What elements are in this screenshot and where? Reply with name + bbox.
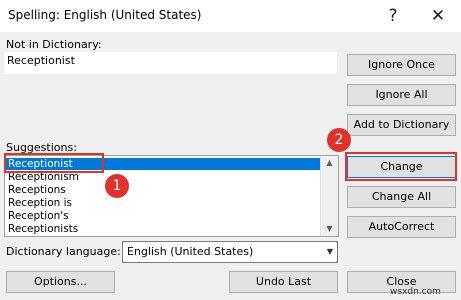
undo-last-button[interactable]: Undo Last — [229, 271, 338, 293]
help-button[interactable]: ? — [373, 0, 413, 32]
close-icon[interactable]: ✕ — [418, 0, 458, 32]
dictionary-language-value: English (United States) — [127, 245, 254, 258]
suggestion-item[interactable]: Reception is — [8, 197, 72, 209]
chevron-down-icon: ▼ — [326, 247, 333, 256]
annotation-badge-2: 2 — [327, 128, 351, 152]
dictionary-language-select[interactable]: English (United States) ▼ — [122, 241, 338, 263]
not-in-dictionary-field[interactable]: Receptionist — [4, 52, 337, 74]
scroll-up-icon[interactable]: ▲ — [321, 156, 338, 170]
suggestion-item[interactable]: Receptionists — [8, 223, 78, 235]
title-bar: Spelling: English (United States) ? ✕ — [0, 0, 461, 32]
suggestion-item[interactable]: Receptions — [8, 184, 66, 196]
autocorrect-button[interactable]: AutoCorrect — [347, 216, 456, 238]
watermark: wsxdn.com — [390, 287, 441, 297]
annotation-badge-1: 1 — [105, 174, 129, 198]
not-in-dictionary-value: Receptionist — [7, 54, 75, 67]
change-all-button[interactable]: Change All — [347, 186, 456, 208]
window-title: Spelling: English (United States) — [8, 8, 202, 22]
options-button[interactable]: Options... — [6, 271, 115, 293]
ignore-all-button[interactable]: Ignore All — [347, 84, 456, 106]
highlight-suggestion — [4, 153, 104, 173]
suggestions-scrollbar[interactable]: ▲ ▼ — [320, 156, 338, 236]
suggestion-item[interactable]: Reception's — [8, 210, 69, 222]
add-to-dictionary-button[interactable]: Add to Dictionary — [347, 114, 456, 136]
not-in-dictionary-label: Not in Dictionary: — [6, 38, 102, 51]
dictionary-language-label: Dictionary language: — [6, 245, 121, 258]
scroll-down-icon[interactable]: ▼ — [321, 222, 338, 236]
ignore-once-button[interactable]: Ignore Once — [347, 54, 456, 76]
highlight-change-button — [345, 152, 457, 181]
